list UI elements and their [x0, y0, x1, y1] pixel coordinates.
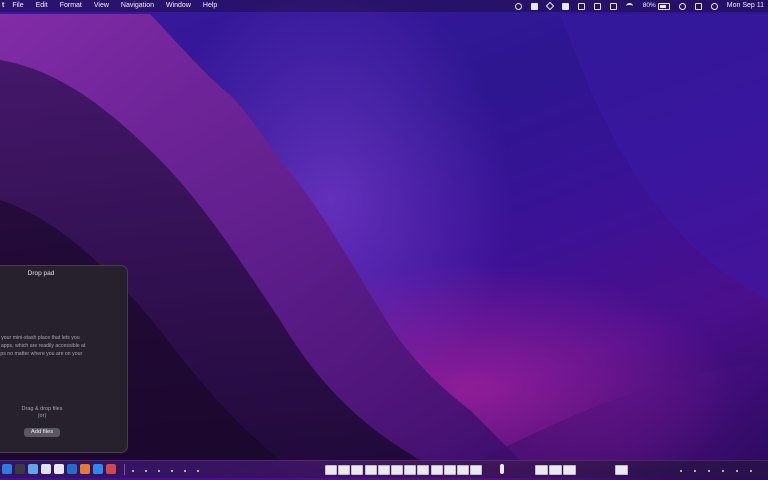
dock-window-thumbnail[interactable]	[470, 465, 483, 475]
menu-view[interactable]: View	[94, 0, 109, 12]
layers-icon[interactable]	[545, 1, 554, 11]
monitor-icon[interactable]	[609, 2, 617, 10]
control-center-icon[interactable]	[694, 2, 702, 10]
menu-bar: t File Edit Format View Navigation Windo…	[0, 0, 768, 12]
app-menu[interactable]: t	[2, 0, 4, 12]
menu-help[interactable]: Help	[203, 0, 217, 12]
dock-window-thumbnail[interactable]	[377, 465, 390, 475]
drop-pad-description-line: rtips no matter where you are on your	[0, 351, 83, 357]
dock-window-thumbnail[interactable]	[391, 465, 403, 475]
drop-pad-description: is your mini-stash place that lets you &…	[0, 334, 124, 358]
menu-navigation[interactable]: Navigation	[121, 0, 154, 12]
dock-app-icon[interactable]	[67, 464, 77, 474]
add-files-button[interactable]: Add files	[24, 428, 60, 437]
dock-window-thumbnail[interactable]	[325, 465, 337, 475]
or-label: (or)	[37, 413, 47, 419]
battery-percent[interactable]: 80%	[643, 0, 656, 12]
dock-window-thumbnail[interactable]	[615, 465, 628, 475]
drop-pad-description-line: is your mini-stash place that lets you	[0, 335, 80, 341]
dock-app-icon[interactable]	[15, 464, 25, 474]
drop-pad-panel[interactable]: Drop pad is your mini-stash place that l…	[0, 265, 128, 453]
menu-file[interactable]: File	[12, 0, 23, 12]
dock-window-thumbnail[interactable]	[351, 465, 364, 475]
dock-window-thumbnail[interactable]	[535, 465, 548, 475]
dock-running-dot	[694, 470, 696, 472]
dock-running-dot	[145, 470, 147, 472]
dock-app-icon[interactable]	[54, 464, 64, 474]
menu-window[interactable]: Window	[166, 0, 191, 12]
drop-pad-description-line: & apps, which are readily accessible at	[0, 343, 86, 349]
dock-window-thumbnail[interactable]	[404, 465, 417, 475]
menu-edit[interactable]: Edit	[36, 0, 48, 12]
dock-running-dot	[680, 470, 682, 472]
search-icon[interactable]	[678, 2, 686, 10]
drag-drop-label: Drag & drop files	[21, 406, 63, 412]
dock-running-dot	[722, 470, 724, 472]
dock-window-thumbnail[interactable]	[457, 465, 469, 475]
wifi-icon[interactable]	[625, 3, 633, 9]
dock-app-icon[interactable]	[106, 464, 116, 474]
dock-running-dot	[708, 470, 710, 472]
display-icon[interactable]	[577, 2, 585, 10]
dock-app-icon[interactable]	[41, 464, 51, 474]
cursor-icon[interactable]	[593, 2, 601, 10]
dock-running-dot	[158, 470, 160, 472]
dock-app-icon[interactable]	[2, 464, 12, 474]
drop-pad-title: Drop pad	[27, 270, 55, 277]
dock-running-dot	[736, 470, 738, 472]
menu-format[interactable]: Format	[60, 0, 82, 12]
dock-separator	[124, 464, 125, 475]
dock-app-icon[interactable]	[28, 464, 38, 474]
dock-running-dot	[171, 470, 173, 472]
compass-icon[interactable]	[514, 2, 522, 10]
dock-window-thumbnail[interactable]	[549, 465, 562, 475]
dock-window-thumbnail[interactable]	[338, 465, 351, 475]
drop-zone-text: Drag & drop files (or)	[0, 406, 84, 420]
menu-clock[interactable]: Mon Sep 11	[727, 0, 764, 12]
dock-window-thumbnail[interactable]	[364, 465, 377, 475]
dock-app-icon[interactable]	[500, 464, 504, 474]
user-badge-icon[interactable]	[530, 2, 538, 10]
dock-running-dot	[132, 470, 134, 472]
dock	[0, 460, 768, 478]
dock-app-icon[interactable]	[93, 464, 103, 474]
dock-running-dot	[184, 470, 186, 472]
dock-running-dot	[197, 470, 199, 472]
dock-window-thumbnail[interactable]	[443, 465, 456, 475]
window-icon[interactable]	[561, 2, 569, 10]
dock-window-thumbnail[interactable]	[430, 465, 443, 475]
dock-app-icon[interactable]	[80, 464, 90, 474]
menu-bar-right: 80% Mon Sep 11	[506, 0, 764, 12]
menu-bar-left: t File Edit Format View Navigation Windo…	[0, 0, 229, 12]
dock-window-thumbnail[interactable]	[563, 465, 576, 475]
dock-running-dot	[750, 470, 752, 472]
siri-icon[interactable]	[710, 2, 718, 10]
battery-fill	[659, 4, 667, 8]
dock-window-thumbnail[interactable]	[417, 465, 430, 475]
battery-icon[interactable]	[657, 2, 670, 10]
